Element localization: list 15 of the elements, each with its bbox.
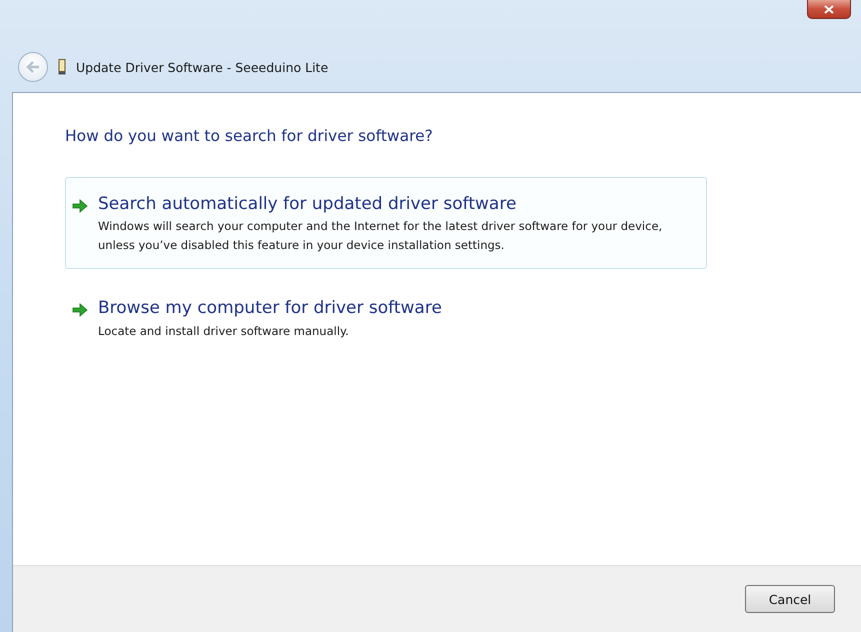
option-title: Search automatically for updated driver software	[98, 194, 518, 214]
close-button[interactable]	[807, 0, 851, 19]
close-icon	[824, 4, 834, 14]
window-title: Update Driver Software - Seeeduino Lite	[76, 60, 328, 74]
page-heading: How do you want to search for driver software?	[65, 127, 434, 145]
option-link[interactable]	[65, 177, 707, 270]
option-description: Windows will search your computer and the Internet for the latest driver software for your device, unless you’ve disabled this feature in your device installation settings.	[98, 218, 664, 254]
arrow-icon	[72, 303, 88, 318]
back-arrow-icon	[26, 61, 40, 73]
option-description: Locate and install driver software manually.	[98, 322, 350, 340]
cancel-button[interactable]: Cancel	[745, 585, 835, 613]
option-link[interactable]: Browse my computer for driver software Locate and install driver software manually.	[65, 281, 707, 355]
option-title: Browse my computer for driver software	[98, 298, 442, 319]
arrow-icon	[72, 199, 88, 213]
usb-device-icon	[58, 59, 66, 75]
